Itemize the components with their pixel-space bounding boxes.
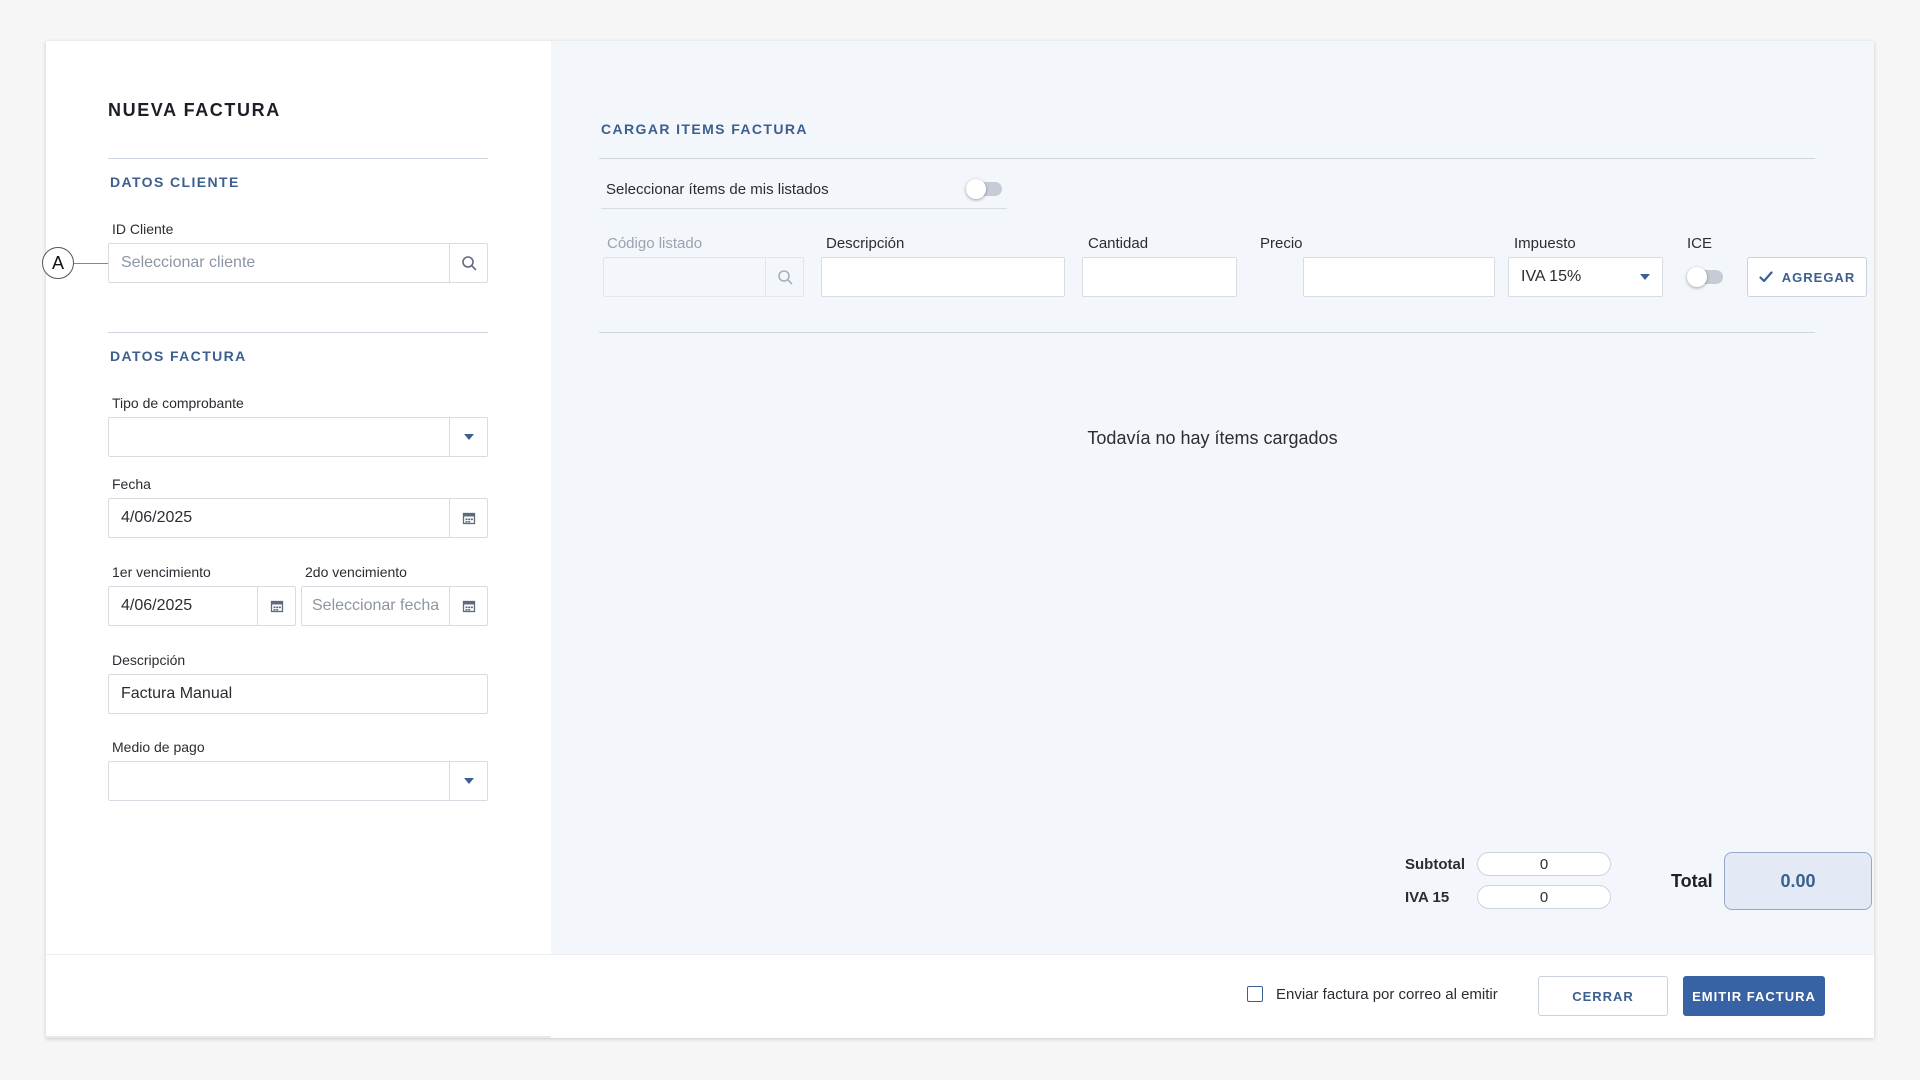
email-checkbox[interactable] (1247, 986, 1263, 1002)
voucher-type-select[interactable] (108, 417, 488, 457)
due2-label: 2do vencimiento (305, 564, 407, 580)
list-toggle-label: Seleccionar ítems de mis listados (606, 181, 829, 198)
items-panel: CARGAR ITEMS FACTURA Seleccionar ítems d… (551, 41, 1874, 954)
search-icon[interactable] (449, 244, 487, 282)
price-label: Precio (1260, 235, 1303, 252)
calendar-icon[interactable] (449, 499, 487, 537)
client-id-placeholder: Seleccionar cliente (121, 254, 256, 271)
item-description-input[interactable] (821, 257, 1065, 297)
left-panel: NUEVA FACTURA DATOS CLIENTE ID Cliente S… (46, 41, 551, 954)
total-value: 0.00 (1724, 852, 1872, 910)
due2-input[interactable]: Seleccionar fecha (301, 586, 488, 626)
description-value: Factura Manual (121, 685, 233, 702)
add-item-label: AGREGAR (1781, 269, 1856, 285)
total-label: Total (1671, 871, 1713, 891)
code-label: Código listado (607, 235, 703, 252)
close-button[interactable]: CERRAR (1538, 976, 1668, 1016)
tax-label: Impuesto (1514, 235, 1576, 252)
calendar-icon[interactable] (449, 587, 487, 625)
description-label: Descripción (112, 652, 186, 668)
payment-method-label: Medio de pago (112, 739, 205, 755)
client-section-title: DATOS CLIENTE (110, 174, 240, 190)
toggle-underline (601, 208, 1007, 209)
subtotal-label: Subtotal (1405, 856, 1465, 873)
payment-method-select[interactable] (108, 761, 488, 801)
empty-items-message: Todavía no hay ítems cargados (1087, 428, 1338, 448)
page-title: NUEVA FACTURA (108, 100, 281, 120)
caret-down-icon[interactable] (449, 418, 487, 456)
iva-value: 0 (1477, 885, 1611, 909)
item-description-label: Descripción (826, 235, 905, 252)
client-id-label: ID Cliente (112, 221, 174, 237)
due1-value: 4/06/2025 (121, 597, 193, 614)
caret-down-icon[interactable] (1628, 274, 1662, 280)
ice-label: ICE (1687, 235, 1713, 252)
caret-down-icon[interactable] (449, 762, 487, 800)
email-checkbox-label: Enviar factura por correo al emitir (1276, 986, 1498, 1003)
check-icon (1759, 271, 1773, 283)
due1-input[interactable]: 4/06/2025 (108, 586, 296, 626)
client-id-input[interactable]: Seleccionar cliente (108, 243, 488, 283)
ice-toggle[interactable] (1687, 267, 1723, 287)
calendar-icon[interactable] (257, 587, 295, 625)
annotation-marker: A (42, 247, 74, 279)
price-input[interactable] (1303, 257, 1495, 297)
items-section-title: CARGAR ITEMS FACTURA (601, 121, 808, 137)
invoice-section-title: DATOS FACTURA (110, 348, 247, 364)
date-value: 4/06/2025 (121, 509, 193, 526)
iva-label: IVA 15 (1405, 889, 1450, 906)
date-input[interactable]: 4/06/2025 (108, 498, 488, 538)
invoice-modal: NUEVA FACTURA DATOS CLIENTE ID Cliente S… (46, 41, 1874, 1038)
voucher-type-label: Tipo de comprobante (112, 395, 244, 411)
date-label: Fecha (112, 476, 151, 492)
section-divider (108, 332, 488, 333)
emit-invoice-button[interactable]: EMITIR FACTURA (1683, 976, 1825, 1016)
code-input[interactable] (603, 257, 804, 297)
description-input[interactable]: Factura Manual (108, 674, 488, 714)
search-icon[interactable] (765, 258, 803, 296)
due1-label: 1er vencimiento (112, 564, 211, 580)
tax-value: IVA 15% (1521, 268, 1582, 285)
add-item-button[interactable]: AGREGAR (1747, 257, 1867, 297)
list-toggle[interactable] (966, 179, 1002, 199)
quantity-input[interactable] (1082, 257, 1237, 297)
subtotal-value: 0 (1477, 852, 1611, 876)
marker-connector (74, 263, 108, 264)
quantity-label: Cantidad (1088, 235, 1149, 252)
section-divider (599, 158, 1815, 159)
modal-footer: Enviar factura por correo al emitir CERR… (46, 954, 1874, 1038)
tax-select[interactable]: IVA 15% (1508, 257, 1663, 297)
footer-shade (46, 1036, 551, 1038)
section-divider (108, 158, 488, 159)
due2-placeholder: Seleccionar fecha (312, 597, 440, 614)
section-divider (599, 332, 1815, 333)
